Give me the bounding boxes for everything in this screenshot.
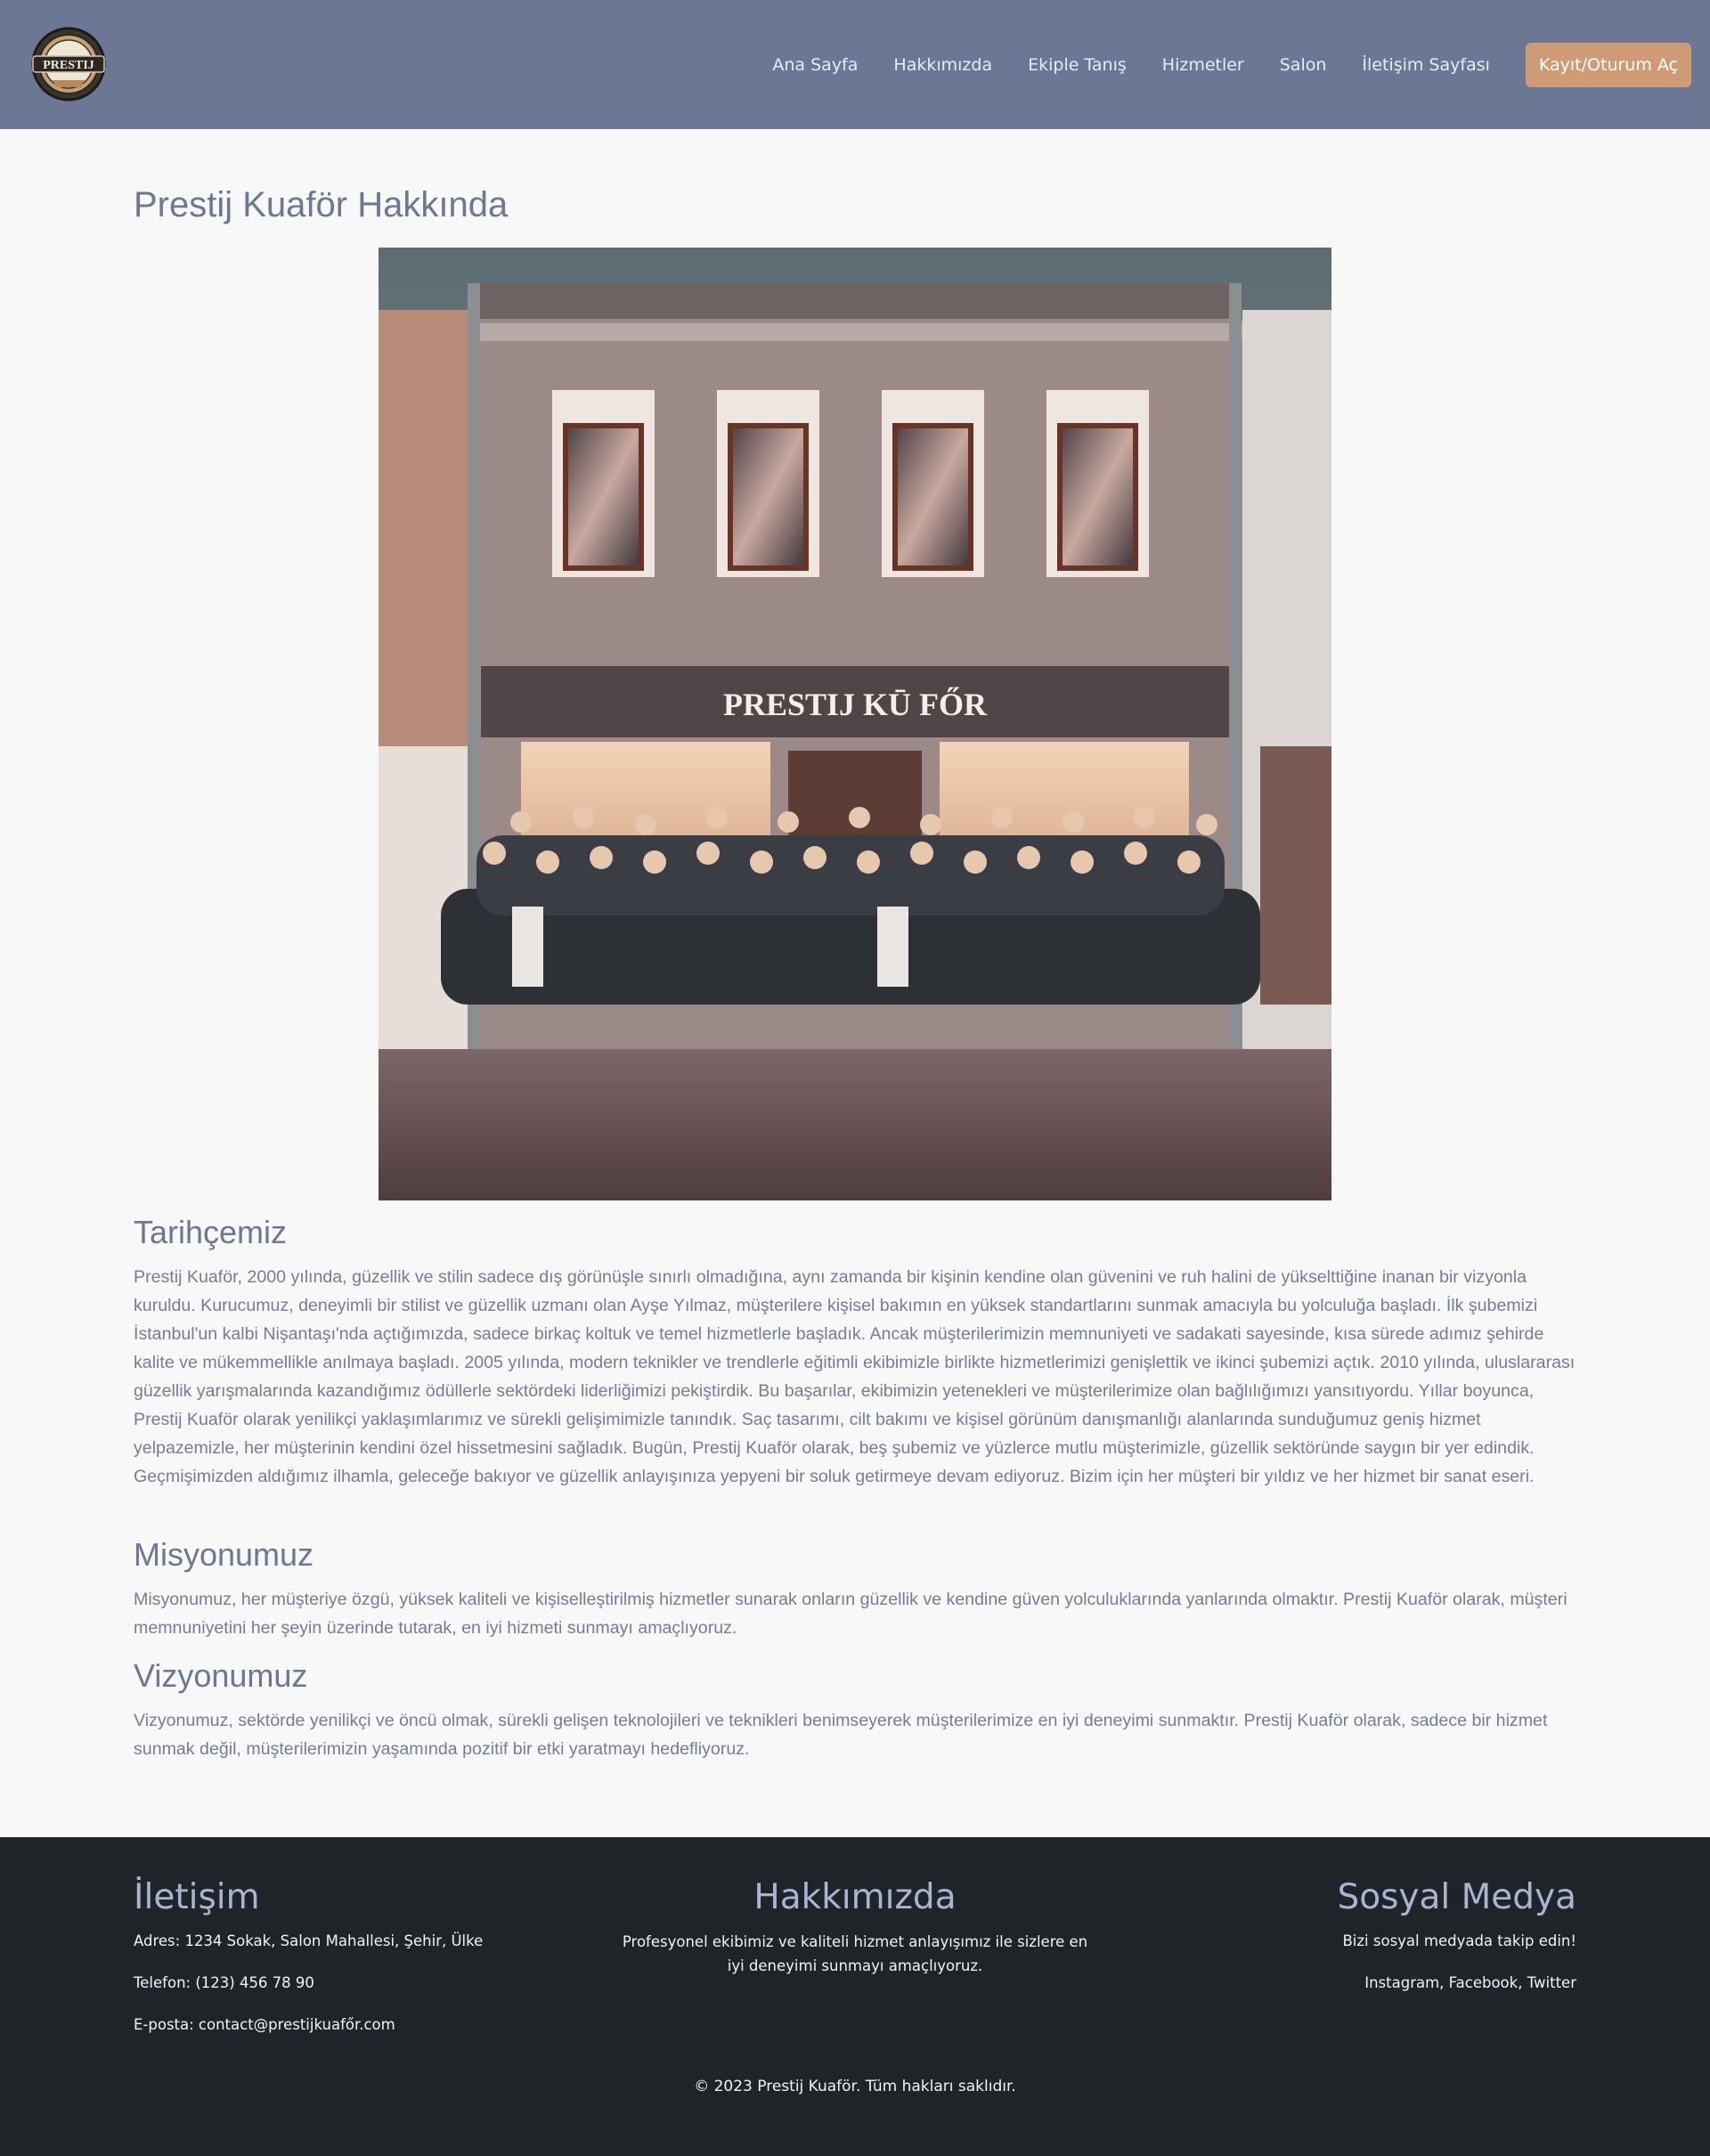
prestij-logo[interactable]: PRESTIJ [26, 27, 111, 102]
mission-heading: Misyonumuz [134, 1536, 314, 1573]
copyright: © 2023 Prestij Kuaför. Tüm hakları saklı… [694, 2078, 1016, 2095]
footer-about-text: Profesyonel ekibimiz ve kaliteli hizmet … [622, 1933, 1088, 1974]
salon-team-photo: PRESTIJ KŪ FŐR [379, 248, 1331, 1200]
nav-team[interactable]: Ekiple Tanış [1028, 55, 1127, 75]
main-nav: Ana Sayfa Hakkımızda Ekiple Tanış Hizmet… [772, 0, 1710, 129]
nav-contact[interactable]: İletişim Sayfası [1362, 55, 1489, 75]
footer-social: Sosyal Medya Bizi sosyal medyada takip e… [1113, 1877, 1576, 2014]
footer-about-heading: Hakkımızda [753, 1877, 957, 1917]
nav-salon[interactable]: Salon [1280, 55, 1327, 75]
footer-email[interactable]: E-posta: contact@prestijkuafőr.com [134, 2014, 597, 2037]
footer-address: Adres: 1234 Sokak, Salon Mahallesi, Şehi… [134, 1932, 484, 1949]
hero-sign-text: PRESTIJ KŪ FŐR [723, 687, 988, 722]
footer-social-heading: Sosyal Medya [1337, 1877, 1576, 1917]
nav-services[interactable]: Hizmetler [1162, 55, 1244, 75]
mission-text: Misyonumuz, her müşteriye özgü, yüksek k… [134, 1590, 1568, 1638]
footer-social-text: Bizi sosyal medyada takip edin! [1342, 1932, 1576, 1949]
history-heading: Tarihçemiz [134, 1214, 288, 1250]
vision-text: Vizyonumuz, sektörde yenilikçi ve öncü o… [134, 1711, 1548, 1759]
login-register-button[interactable]: Kayıt/Oturum Aç [1525, 42, 1691, 87]
footer-social-links[interactable]: Instagram, Facebook, Twitter [1113, 1972, 1576, 1995]
footer-contact: İletişim Adres: 1234 Sokak, Salon Mahall… [134, 1877, 597, 2055]
history-text: Prestij Kuaför, 2000 yılında, güzellik v… [134, 1267, 1576, 1486]
site-header: PRESTIJ Ana Sayfa Hakkımızda Ekiple Tanı… [0, 0, 1710, 129]
nav-about[interactable]: Hakkımızda [893, 55, 992, 75]
site-footer: İletişim Adres: 1234 Sokak, Salon Mahall… [0, 1837, 1710, 2156]
footer-phone: Telefon: (123) 456 78 90 [134, 1974, 314, 1991]
footer-contact-heading: İletişim [134, 1877, 260, 1917]
logo-text: PRESTIJ [43, 59, 94, 72]
vision-heading: Vizyonumuz [134, 1657, 308, 1694]
footer-about: Hakkımızda Profesyonel ekibimiz ve kalit… [615, 1877, 1095, 1997]
nav-home[interactable]: Ana Sayfa [772, 55, 858, 75]
page-title: Prestij Kuaför Hakkında [134, 185, 509, 224]
